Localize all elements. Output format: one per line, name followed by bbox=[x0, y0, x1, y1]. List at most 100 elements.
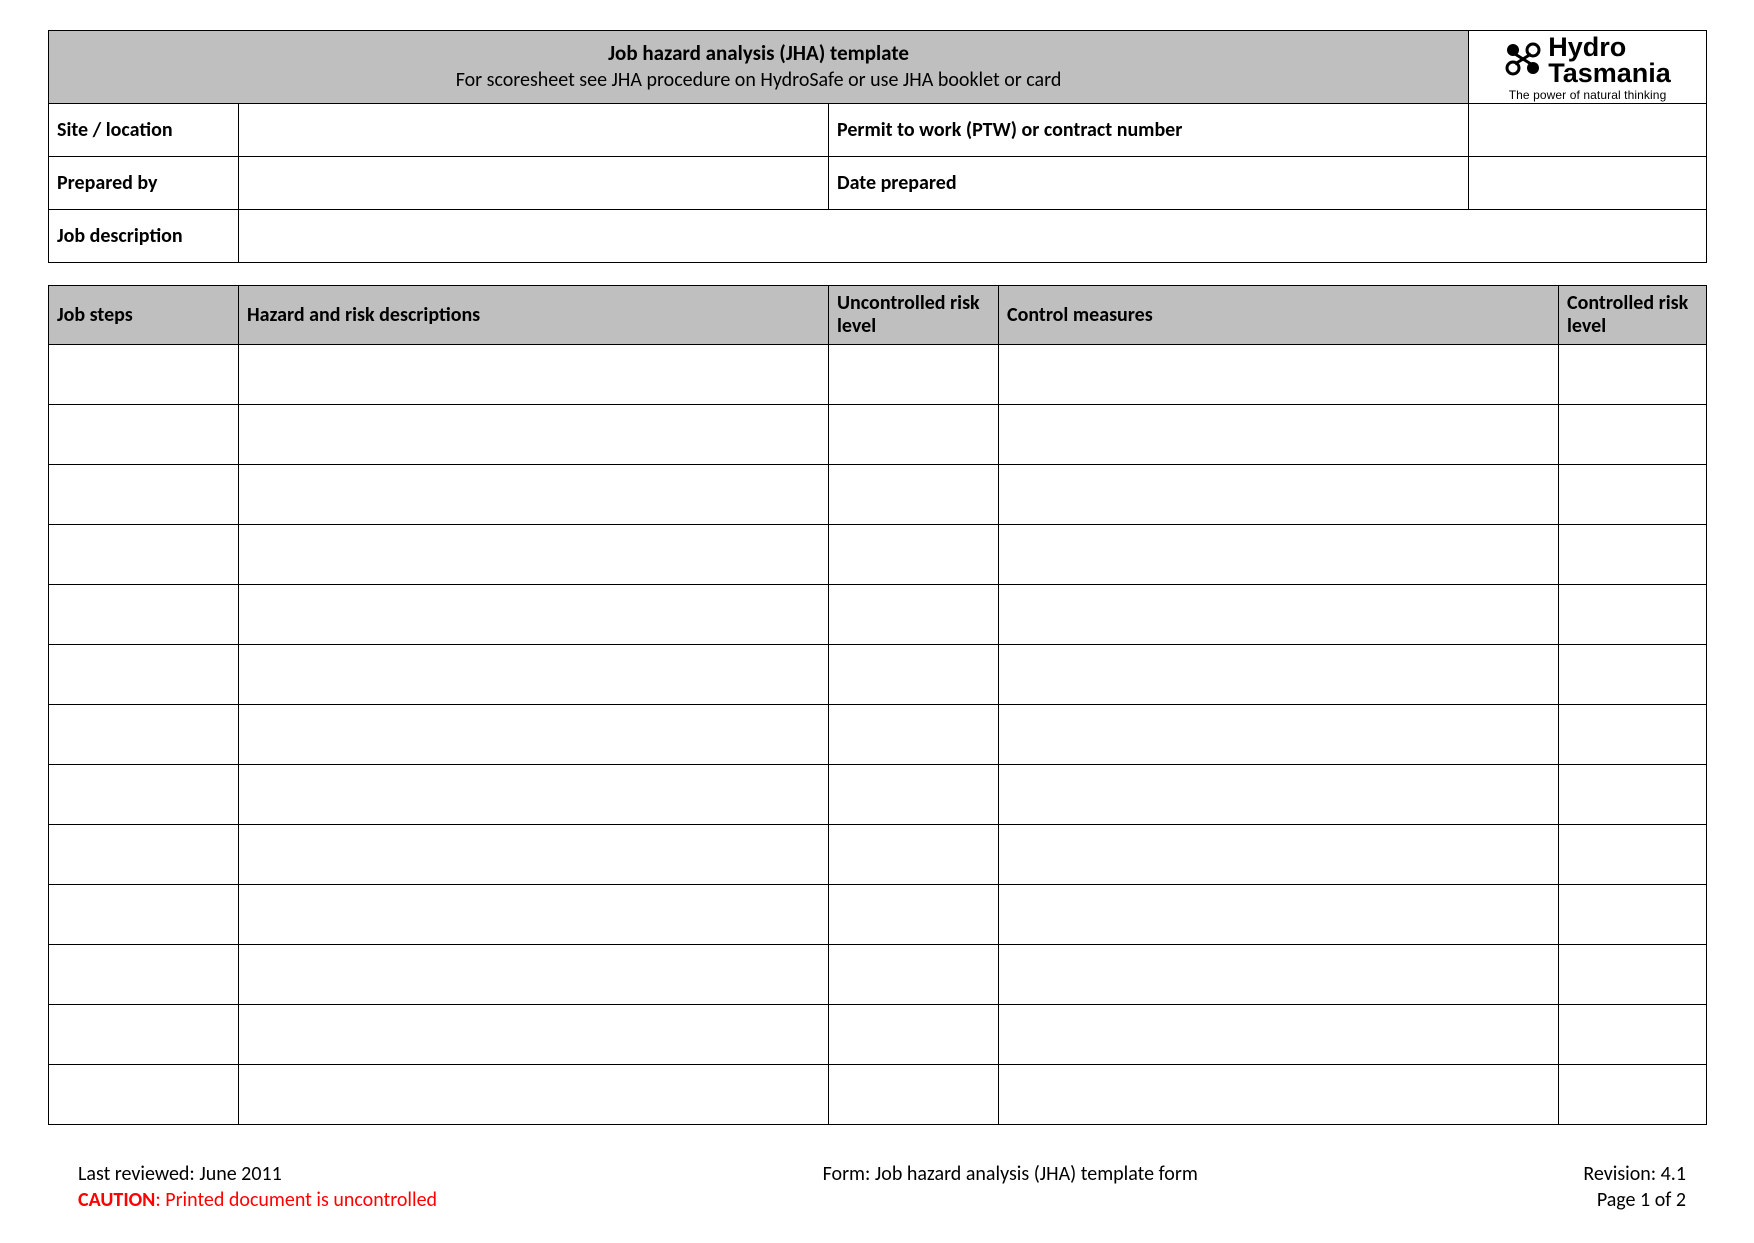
cell-uncontrolled[interactable] bbox=[829, 405, 999, 465]
cell-job_steps[interactable] bbox=[49, 465, 239, 525]
cell-uncontrolled[interactable] bbox=[829, 825, 999, 885]
cell-job_steps[interactable] bbox=[49, 765, 239, 825]
cell-job_steps[interactable] bbox=[49, 1065, 239, 1125]
form-name: Form: Job hazard analysis (JHA) template… bbox=[823, 1162, 1198, 1186]
cell-uncontrolled[interactable] bbox=[829, 585, 999, 645]
cell-hazard[interactable] bbox=[239, 1065, 829, 1125]
revision: Revision: 4.1 bbox=[1583, 1161, 1686, 1187]
cell-controlled[interactable] bbox=[1559, 945, 1707, 1005]
table-row bbox=[49, 825, 1707, 885]
job-description-value[interactable] bbox=[239, 210, 1707, 263]
cell-control[interactable] bbox=[999, 525, 1559, 585]
table-row bbox=[49, 765, 1707, 825]
cell-hazard[interactable] bbox=[239, 645, 829, 705]
caution-label: CAUTION bbox=[78, 1188, 155, 1212]
cell-control[interactable] bbox=[999, 1005, 1559, 1065]
cell-job_steps[interactable] bbox=[49, 825, 239, 885]
cell-control[interactable] bbox=[999, 825, 1559, 885]
cell-control[interactable] bbox=[999, 885, 1559, 945]
job-steps-table: Job steps Hazard and risk descriptions U… bbox=[48, 285, 1707, 1125]
cell-uncontrolled[interactable] bbox=[829, 765, 999, 825]
cell-uncontrolled[interactable] bbox=[829, 525, 999, 585]
cell-hazard[interactable] bbox=[239, 945, 829, 1005]
cell-control[interactable] bbox=[999, 465, 1559, 525]
cell-hazard[interactable] bbox=[239, 885, 829, 945]
cell-uncontrolled[interactable] bbox=[829, 705, 999, 765]
cell-job_steps[interactable] bbox=[49, 345, 239, 405]
cell-controlled[interactable] bbox=[1559, 765, 1707, 825]
table-row bbox=[49, 585, 1707, 645]
cell-control[interactable] bbox=[999, 585, 1559, 645]
cell-controlled[interactable] bbox=[1559, 405, 1707, 465]
cell-control[interactable] bbox=[999, 765, 1559, 825]
cell-hazard[interactable] bbox=[239, 465, 829, 525]
hydro-logo-icon bbox=[1504, 41, 1542, 81]
cell-controlled[interactable] bbox=[1559, 885, 1707, 945]
cell-hazard[interactable] bbox=[239, 825, 829, 885]
header-title-cell: Job hazard analysis (JHA) template For s… bbox=[49, 31, 1469, 104]
table-row bbox=[49, 525, 1707, 585]
table-row bbox=[49, 1065, 1707, 1125]
cell-hazard[interactable] bbox=[239, 1005, 829, 1065]
cell-hazard[interactable] bbox=[239, 525, 829, 585]
cell-hazard[interactable] bbox=[239, 345, 829, 405]
header-info-table: Job hazard analysis (JHA) template For s… bbox=[48, 30, 1707, 263]
permit-value[interactable] bbox=[1469, 104, 1707, 157]
cell-uncontrolled[interactable] bbox=[829, 1005, 999, 1065]
cell-controlled[interactable] bbox=[1559, 645, 1707, 705]
cell-job_steps[interactable] bbox=[49, 945, 239, 1005]
cell-job_steps[interactable] bbox=[49, 1005, 239, 1065]
table-row bbox=[49, 645, 1707, 705]
cell-uncontrolled[interactable] bbox=[829, 645, 999, 705]
table-row bbox=[49, 405, 1707, 465]
cell-job_steps[interactable] bbox=[49, 705, 239, 765]
form-title: Job hazard analysis (JHA) template bbox=[57, 40, 1460, 66]
cell-job_steps[interactable] bbox=[49, 645, 239, 705]
cell-job_steps[interactable] bbox=[49, 585, 239, 645]
cell-uncontrolled[interactable] bbox=[829, 1065, 999, 1125]
date-prepared-label: Date prepared bbox=[829, 157, 1469, 210]
cell-controlled[interactable] bbox=[1559, 705, 1707, 765]
col-hazard: Hazard and risk descriptions bbox=[239, 286, 829, 345]
cell-uncontrolled[interactable] bbox=[829, 345, 999, 405]
site-location-value[interactable] bbox=[239, 104, 829, 157]
permit-label: Permit to work (PTW) or contract number bbox=[829, 104, 1469, 157]
cell-control[interactable] bbox=[999, 645, 1559, 705]
cell-control[interactable] bbox=[999, 405, 1559, 465]
cell-uncontrolled[interactable] bbox=[829, 945, 999, 1005]
caution-text: : Printed document is uncontrolled bbox=[155, 1188, 437, 1212]
cell-hazard[interactable] bbox=[239, 585, 829, 645]
cell-hazard[interactable] bbox=[239, 765, 829, 825]
cell-hazard[interactable] bbox=[239, 405, 829, 465]
cell-hazard[interactable] bbox=[239, 705, 829, 765]
col-controlled: Controlled risk level bbox=[1559, 286, 1707, 345]
table-row bbox=[49, 885, 1707, 945]
cell-control[interactable] bbox=[999, 705, 1559, 765]
table-row bbox=[49, 705, 1707, 765]
job-description-label: Job description bbox=[49, 210, 239, 263]
logo-tagline: The power of natural thinking bbox=[1473, 89, 1702, 101]
cell-controlled[interactable] bbox=[1559, 1065, 1707, 1125]
date-prepared-value[interactable] bbox=[1469, 157, 1707, 210]
cell-uncontrolled[interactable] bbox=[829, 465, 999, 525]
cell-controlled[interactable] bbox=[1559, 825, 1707, 885]
cell-control[interactable] bbox=[999, 1065, 1559, 1125]
table-row bbox=[49, 345, 1707, 405]
last-reviewed-label: Last reviewed: bbox=[78, 1162, 199, 1186]
cell-control[interactable] bbox=[999, 345, 1559, 405]
cell-uncontrolled[interactable] bbox=[829, 885, 999, 945]
cell-controlled[interactable] bbox=[1559, 525, 1707, 585]
page-number: Page 1 of 2 bbox=[1583, 1187, 1686, 1213]
cell-controlled[interactable] bbox=[1559, 1005, 1707, 1065]
cell-job_steps[interactable] bbox=[49, 885, 239, 945]
cell-control[interactable] bbox=[999, 945, 1559, 1005]
prepared-by-value[interactable] bbox=[239, 157, 829, 210]
cell-controlled[interactable] bbox=[1559, 345, 1707, 405]
cell-controlled[interactable] bbox=[1559, 585, 1707, 645]
cell-job_steps[interactable] bbox=[49, 525, 239, 585]
table-row bbox=[49, 465, 1707, 525]
cell-controlled[interactable] bbox=[1559, 465, 1707, 525]
logo-line2: Tasmania bbox=[1548, 61, 1671, 87]
col-uncontrolled: Uncontrolled risk level bbox=[829, 286, 999, 345]
cell-job_steps[interactable] bbox=[49, 405, 239, 465]
